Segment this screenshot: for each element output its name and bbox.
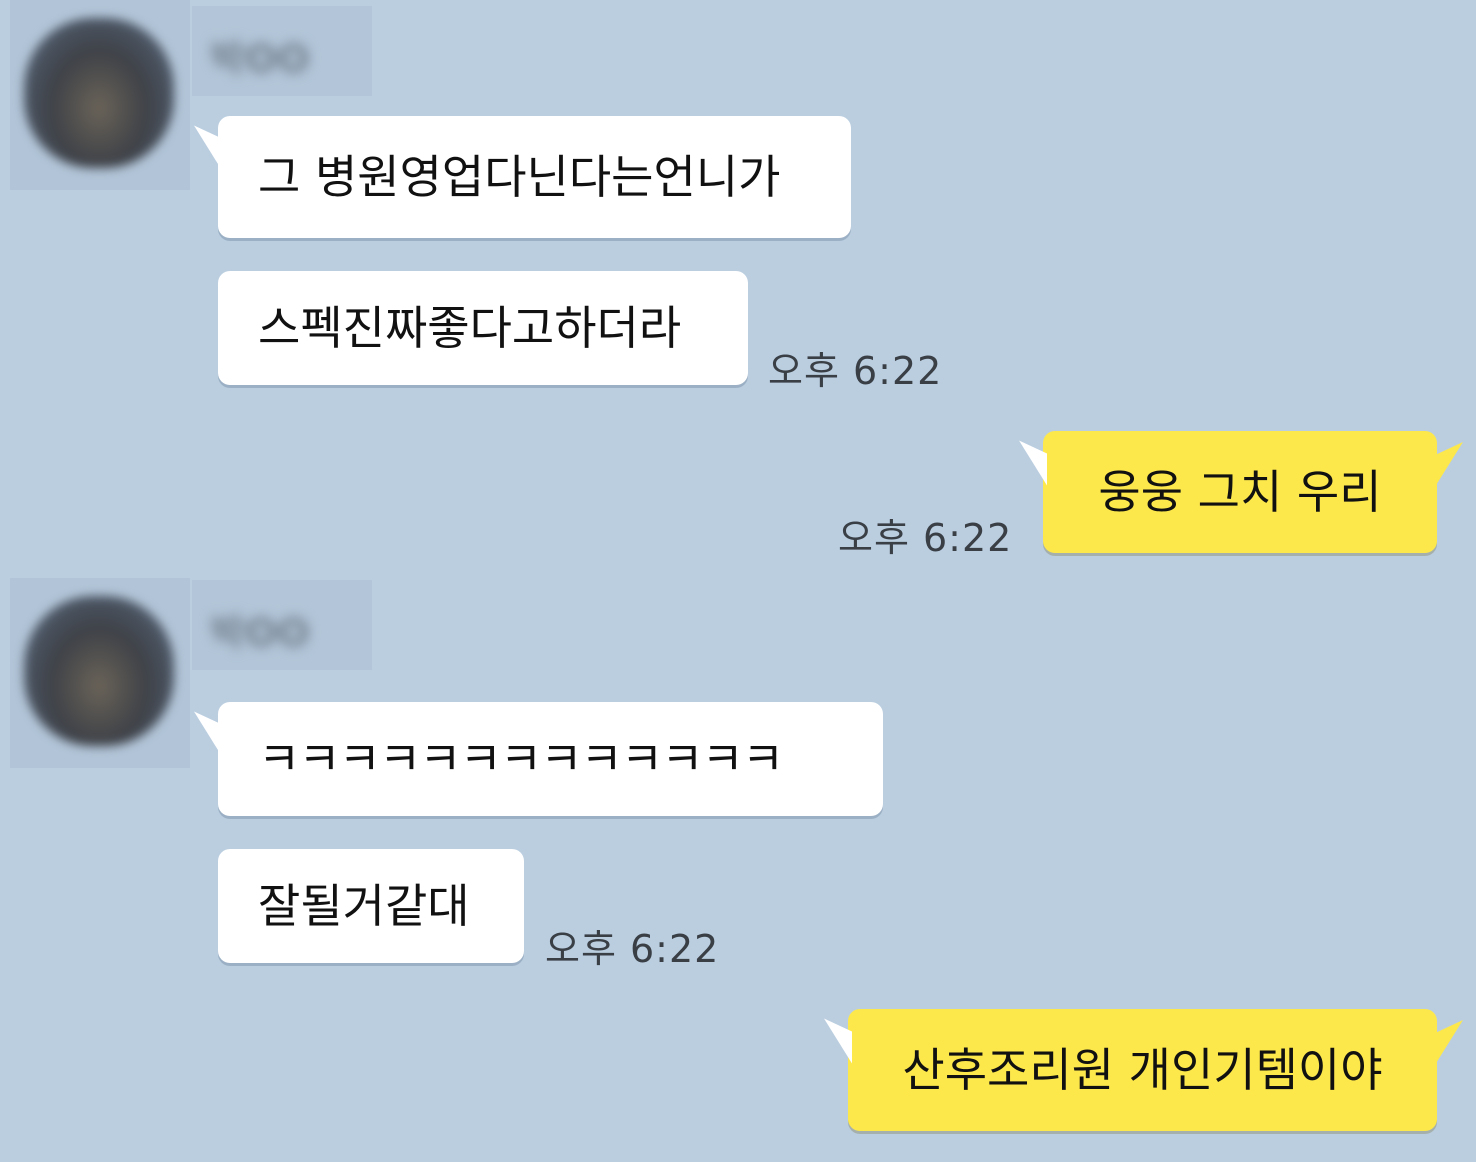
message-bubble[interactable]: 잘될거같대 <box>218 849 524 963</box>
message-timestamp: 오후 6:22 <box>768 349 943 393</box>
message-bubble[interactable]: 그 병원영업다닌다는언니가 <box>218 116 851 238</box>
message-text: 산후조리원 개인기템이야 <box>902 1043 1383 1097</box>
message-timestamp: 오후 6:22 <box>838 516 1013 560</box>
my-message-bubble[interactable]: 산후조리원 개인기템이야 <box>848 1009 1437 1131</box>
message-text: ㅋㅋㅋㅋㅋㅋㅋㅋㅋㅋㅋㅋㅋ <box>258 732 784 786</box>
avatar-image <box>24 596 174 746</box>
message-bubble[interactable]: 스펙진짜좋다고하더라 <box>218 271 748 385</box>
message-text: 웅웅 그치 우리 <box>1098 465 1382 519</box>
sender-name: 박OO <box>192 6 372 96</box>
message-bubble[interactable]: ㅋㅋㅋㅋㅋㅋㅋㅋㅋㅋㅋㅋㅋ <box>218 702 883 816</box>
message-text: 잘될거같대 <box>258 879 470 933</box>
message-text: 스펙진짜좋다고하더라 <box>258 301 682 355</box>
message-text: 그 병원영업다닌다는언니가 <box>258 150 781 204</box>
sender-name: 박OO <box>192 580 372 670</box>
sender-avatar[interactable] <box>10 578 190 768</box>
message-timestamp: 오후 6:22 <box>545 927 720 971</box>
avatar-image <box>24 18 174 168</box>
my-message-bubble[interactable]: 웅웅 그치 우리 <box>1043 431 1437 553</box>
sender-avatar[interactable] <box>10 0 190 190</box>
